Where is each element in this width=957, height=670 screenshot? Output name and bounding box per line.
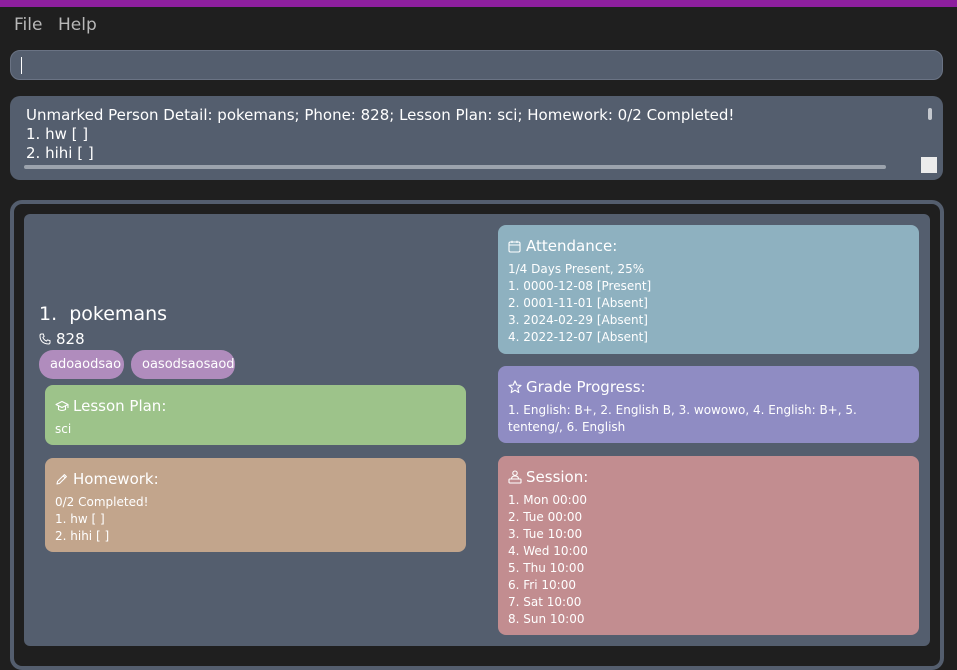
grade-progress-label: Grade Progress: — [526, 378, 646, 396]
session-item: 7. Sat 10:00 — [508, 595, 582, 609]
tag-badge: adoaodsao — [39, 350, 124, 379]
tag-badge: oasodsaosaod — [131, 350, 235, 379]
lesson-plan-title: Lesson Plan: — [55, 397, 166, 417]
session-item: 8. Sun 10:00 — [508, 612, 585, 626]
attendance-item: 3. 2024-02-29 [Absent] — [508, 313, 648, 327]
person-name-text: pokemans — [69, 303, 168, 325]
lesson-plan-value: sci — [55, 422, 72, 436]
vertical-scrollbar[interactable] — [928, 108, 932, 120]
grade-progress-panel: Grade Progress: 1. English: B+, 2. Engli… — [498, 366, 919, 443]
attendance-summary: 1/4 Days Present, 25% — [508, 262, 645, 276]
text-caret — [21, 57, 22, 74]
result-line: 2. hihi [ ] — [26, 144, 94, 162]
session-title: Session: — [508, 468, 588, 488]
attendance-label: Attendance: — [526, 237, 618, 255]
homework-label: Homework: — [73, 470, 159, 488]
grade-progress-body: 1. English: B+, 2. English B, 3. wowowo,… — [508, 402, 908, 436]
result-line: 1. hw [ ] — [26, 125, 89, 143]
pencil-icon — [55, 472, 70, 490]
homework-panel: Homework: 0/2 Completed! 1. hw [ ] 2. hi… — [45, 458, 466, 552]
session-item: 1. Mon 00:00 — [508, 493, 587, 507]
session-item: 4. Wed 10:00 — [508, 544, 588, 558]
session-item: 3. Tue 10:00 — [508, 527, 583, 541]
homework-item: 2. hihi [ ] — [55, 529, 110, 543]
attendance-body: 1/4 Days Present, 25% 1. 0000-12-08 [Pre… — [508, 261, 651, 346]
session-item: 5. Thu 10:00 — [508, 561, 585, 575]
star-icon — [508, 380, 523, 398]
attendance-item: 2. 0001-11-01 [Absent] — [508, 296, 648, 310]
person-phone: 828 — [39, 330, 85, 349]
attendance-title: Attendance: — [508, 237, 617, 257]
person-card[interactable]: 1. pokemans 828 adoaodsao oasodsaosaod L… — [24, 214, 930, 646]
scroll-corner — [921, 157, 937, 173]
grade-progress-value: 1. English: B+, 2. English B, 3. wowowo,… — [508, 403, 857, 434]
homework-summary: 0/2 Completed! — [55, 495, 149, 509]
session-item: 2. Tue 00:00 — [508, 510, 583, 524]
menu-file[interactable]: File — [14, 15, 42, 35]
horizontal-scrollbar[interactable] — [24, 165, 886, 169]
session-label: Session: — [526, 468, 589, 486]
attendance-item: 1. 0000-12-08 [Present] — [508, 279, 652, 293]
session-panel: Session: 1. Mon 00:00 2. Tue 00:00 3. Tu… — [498, 456, 919, 635]
lesson-plan-label: Lesson Plan: — [73, 397, 167, 415]
window-title-bar — [0, 0, 957, 7]
grade-progress-title: Grade Progress: — [508, 378, 646, 398]
menu-help[interactable]: Help — [58, 15, 97, 35]
session-body: 1. Mon 00:00 2. Tue 00:00 3. Tue 10:00 4… — [508, 492, 588, 628]
lesson-plan-panel: Lesson Plan: sci — [45, 385, 466, 445]
attendance-panel: Attendance: 1/4 Days Present, 25% 1. 000… — [498, 225, 919, 354]
menu-bar: File Help — [0, 7, 957, 43]
homework-item: 1. hw [ ] — [55, 512, 105, 526]
phone-number: 828 — [56, 330, 85, 348]
person-index: 1. — [39, 303, 58, 325]
homework-body: 0/2 Completed! 1. hw [ ] 2. hihi [ ] — [55, 494, 148, 545]
calendar-icon — [508, 239, 523, 257]
result-line: Unmarked Person Detail: pokemans; Phone:… — [26, 106, 735, 124]
lesson-plan-body: sci — [55, 421, 71, 438]
person-name: 1. pokemans — [39, 303, 167, 325]
command-input[interactable] — [10, 50, 943, 80]
attendance-item: 4. 2022-12-07 [Absent] — [508, 330, 648, 344]
session-item: 6. Fri 10:00 — [508, 578, 576, 592]
graduation-cap-icon — [55, 399, 70, 417]
phone-icon — [39, 331, 53, 349]
homework-title: Homework: — [55, 470, 159, 490]
person-at-desk-icon — [508, 470, 523, 488]
result-display: Unmarked Person Detail: pokemans; Phone:… — [10, 96, 943, 180]
